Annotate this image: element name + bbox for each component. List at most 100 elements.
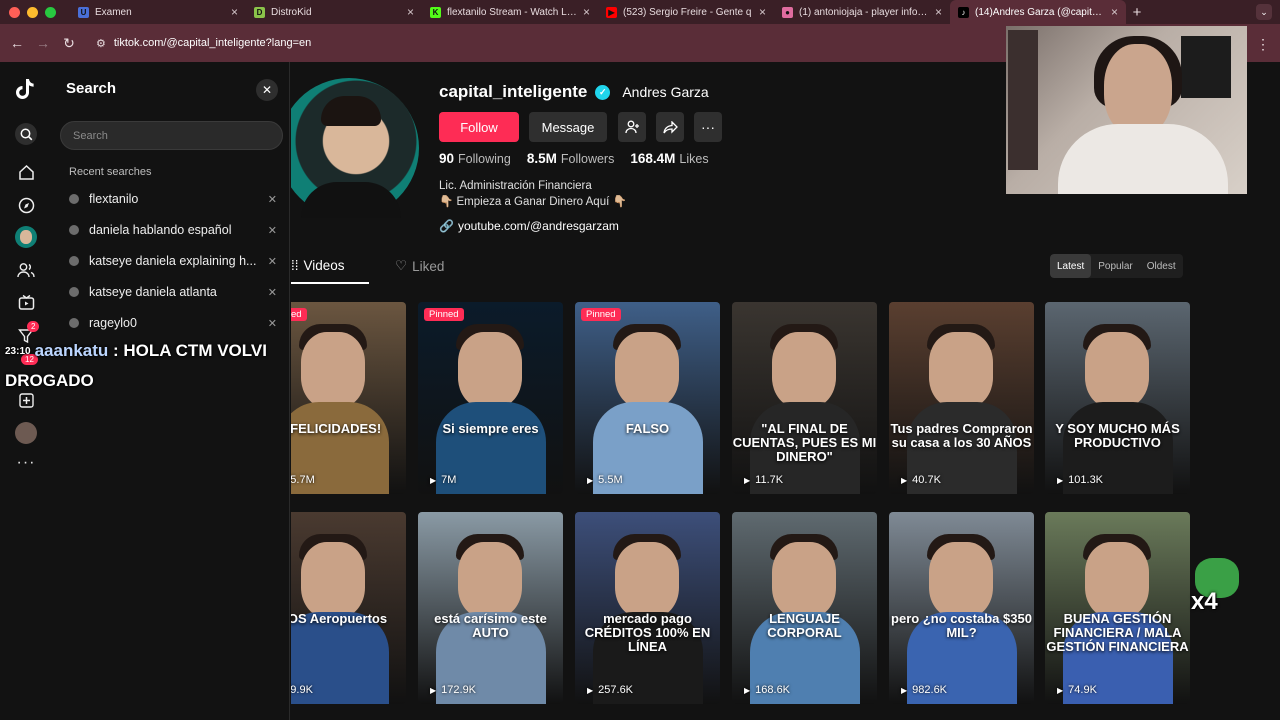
profile-avatar-icon[interactable] [15,226,37,248]
video-card[interactable]: FALSO Pinned ▶ 5.5M [575,302,720,494]
tab-strip: U Examen × D DistroKid × Kflextanilo Stream - … [70,0,1126,24]
sort-popular[interactable]: Popular [1091,254,1139,278]
profile-link[interactable]: 🔗 youtube.com/@andresgarzam [439,219,619,233]
play-icon: ▶ [587,685,594,695]
tab-close-icon[interactable]: × [935,5,942,19]
thumbnail-face-shape [772,332,836,408]
video-card[interactable]: mercado pago CRÉDITOS 100% EN LÍNEA ▶ 257.… [575,512,720,704]
video-views: ▶ 101.3K [1057,474,1104,486]
recent-search-item[interactable]: katseye daniela explaining h... ✕ [69,251,277,271]
recent-search-item[interactable]: flextanilo ✕ [69,189,277,209]
tiktok-page: 2 12 ··· Search ✕ Recent searches flexta… [0,26,1280,720]
recent-search-item[interactable]: katseye daniela atlanta ✕ [69,282,277,302]
video-views: ▶ 40.7K [901,474,941,486]
browser-tab[interactable]: ● (1) antoniojaja - player info | o × [774,0,950,24]
tab-search-icon[interactable]: ⌄ [1256,4,1272,20]
new-tab-button[interactable]: + [1126,4,1148,21]
add-friend-icon[interactable] [618,112,646,142]
video-card[interactable]: LENGUAJE CORPORAL ▶ 168.6K [732,512,877,704]
site-settings-icon[interactable]: ⚙ [96,37,106,50]
video-caption: Si siempre eres [442,421,539,436]
remove-icon[interactable]: ✕ [268,286,277,299]
search-icon[interactable] [15,123,37,145]
verified-badge-icon: ✓ [595,84,611,100]
recent-search-item[interactable]: rageylo0 ✕ [69,313,277,333]
video-card[interactable]: está carísimo este AUTO ▶ 172.9K [418,512,563,704]
forward-arrow-icon[interactable]: → [30,35,56,51]
browser-tab[interactable]: Kflextanilo Stream - Watch Live × [422,0,598,24]
video-card[interactable]: LOS Aeropuertos ▶29.9K [291,512,406,704]
clock-icon [69,318,79,328]
tab-title: (523) Sergio Freire - Gente q [623,6,752,18]
video-card[interactable]: pero ¿no costaba $350 MIL? ▶ 982.6K [889,512,1034,704]
following-stat[interactable]: 90 Following [439,151,511,166]
live-tv-icon[interactable] [15,291,37,313]
tab-favicon-icon: ● [782,6,793,18]
tab-close-icon[interactable]: × [231,5,238,19]
video-card[interactable]: BUENA GESTIÓN FINANCIERA / MALA GESTIÓN … [1045,512,1190,704]
thumbnail-face-shape [1085,332,1149,408]
zoom-window-button[interactable] [45,6,56,18]
pinned-badge: Pinned [581,308,621,321]
close-window-button[interactable] [9,6,20,18]
profile-link-text: youtube.com/@andresgarzam [457,219,619,233]
remove-icon[interactable]: ✕ [268,193,277,206]
play-icon: ▶ [901,685,908,695]
emote-sticker-overlay: x4 [1183,554,1243,624]
reload-icon[interactable]: ↻ [56,35,82,52]
close-icon[interactable]: ✕ [256,79,278,101]
browser-menu-icon[interactable]: ⋮ [1256,36,1270,53]
browser-tab[interactable]: ▶ (523) Sergio Freire - Gente q × [598,0,774,24]
tab-favicon-icon: D [254,6,265,18]
video-card[interactable]: Y SOY MUCHO MÁS PRODUCTIVO ▶ 101.3K [1045,302,1190,494]
minimize-window-button[interactable] [27,6,38,18]
user-avatar-icon[interactable] [15,422,37,444]
video-card[interactable]: Tus padres Compraron su casa a los 30 AÑ… [889,302,1034,494]
more-dots-icon[interactable]: ··· [15,452,37,474]
browser-tab[interactable]: ♪ (14)Andres Garza (@capital_ × [950,0,1126,24]
sort-oldest[interactable]: Oldest [1140,254,1183,278]
sort-latest[interactable]: Latest [1050,254,1092,278]
tab-close-icon[interactable]: × [583,5,590,19]
tab-liked[interactable]: ♡ Liked [395,258,444,274]
more-options-icon[interactable]: ··· [694,112,722,142]
tab-close-icon[interactable]: × [407,5,414,19]
thumbnail-face-shape [301,542,365,618]
video-card[interactable]: "AL FINAL DE CUENTAS, PUES ES MI DINERO"… [732,302,877,494]
message-button[interactable]: Message [529,112,607,142]
search-input[interactable] [60,121,283,150]
share-icon[interactable] [656,112,684,142]
remove-icon[interactable]: ✕ [268,255,277,268]
video-views: ▶ 257.6K [587,684,634,696]
followers-stat[interactable]: 8.5M Followers [527,151,615,166]
tab-favicon-icon: U [78,6,89,18]
video-card[interactable]: ¡FELICIDADES! Pinned ▶15.7M [291,302,406,494]
thumbnail-face-shape [1085,542,1149,618]
emote-multiplier: x4 [1191,588,1218,615]
wall-poster-shape [1008,30,1038,170]
tiktok-logo-icon[interactable] [15,78,37,100]
video-views: ▶ 172.9K [430,684,477,696]
back-arrow-icon[interactable]: ← [4,35,30,51]
recent-search-item[interactable]: daniela hablando español ✕ [69,220,277,240]
video-caption: FALSO [625,421,670,436]
browser-tab[interactable]: D DistroKid × [246,0,422,24]
chat-time: 23:10 [5,346,31,358]
following-people-icon[interactable] [15,259,37,281]
browser-tab-bar: U Examen × D DistroKid × Kflextanilo Stream - … [0,0,1280,24]
remove-icon[interactable]: ✕ [268,317,277,330]
clock-icon [69,194,79,204]
browser-tab[interactable]: U Examen × [70,0,246,24]
address-bar[interactable]: ⚙ tiktok.com/@capital_inteligente?lang=e… [88,29,988,57]
video-card[interactable]: Si siempre eres Pinned ▶ 7M [418,302,563,494]
remove-icon[interactable]: ✕ [268,224,277,237]
tab-close-icon[interactable]: × [759,5,766,19]
tab-close-icon[interactable]: × [1111,5,1118,19]
avatar-face-shape [20,230,32,244]
home-icon[interactable] [15,161,37,183]
follow-button[interactable]: Follow [439,112,519,142]
clock-icon [69,225,79,235]
explore-compass-icon[interactable] [15,194,37,216]
bio-line-1: Lic. Administración Financiera [439,180,592,192]
tab-videos[interactable]: ⁞⁞ Videos [291,258,345,273]
